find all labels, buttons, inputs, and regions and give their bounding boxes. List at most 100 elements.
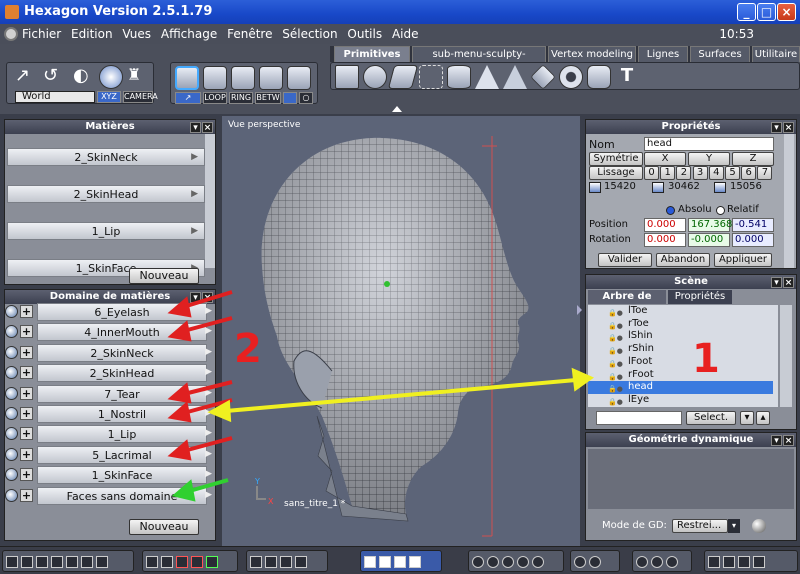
center-icon[interactable] — [280, 556, 292, 568]
light-sphere-icon[interactable] — [574, 556, 586, 568]
head-model[interactable] — [222, 116, 580, 546]
expand-arrow-icon[interactable]: ▶ — [205, 306, 212, 316]
material-sphere-icon[interactable] — [5, 488, 18, 502]
universal-tool-icon[interactable] — [409, 556, 421, 568]
expand-arrow-icon[interactable]: ▶ — [205, 428, 212, 438]
select-button[interactable]: Select. — [686, 411, 736, 425]
maximize-button[interactable]: □ — [757, 3, 776, 21]
tab-surfaces[interactable]: Surfaces — [690, 46, 750, 62]
add-icon[interactable]: + — [20, 447, 33, 461]
select-next-icon[interactable]: ▴ — [756, 411, 770, 425]
position-z-field[interactable]: -0.541 — [732, 218, 774, 232]
diamond-primitive-icon[interactable] — [530, 64, 556, 90]
expand-arrow-icon[interactable]: ▶ — [205, 449, 212, 459]
loop-button[interactable]: LOOP — [203, 92, 227, 104]
menu-fichier[interactable]: Fichier — [22, 24, 61, 41]
scene-menu-icon[interactable]: ▾ — [771, 277, 782, 288]
geometrie-menu-icon[interactable]: ▾ — [771, 435, 782, 446]
torus-primitive-icon[interactable] — [559, 65, 583, 89]
menu-fenetre[interactable]: Fenêtre — [227, 24, 272, 41]
expand-arrow-icon[interactable]: ▶ — [205, 408, 212, 418]
rotate-icon[interactable]: ↺ — [43, 65, 67, 89]
plane-primitive-icon[interactable] — [387, 65, 419, 89]
domaine-item[interactable]: + Faces sans domaine ▶ — [5, 486, 216, 505]
lissage-level-2-button[interactable]: 2 — [676, 166, 692, 180]
layout-split-icon[interactable] — [21, 556, 33, 568]
select-edge-icon[interactable] — [231, 66, 255, 90]
position-x-field[interactable]: 0.000 — [644, 218, 686, 232]
material-b-icon[interactable] — [651, 556, 663, 568]
render-flat-icon[interactable] — [146, 556, 158, 568]
scale-tool-icon[interactable] — [394, 556, 406, 568]
move-tool-icon[interactable] — [364, 556, 376, 568]
scene-tree-item[interactable]: 🔒● rShin — [588, 343, 773, 356]
tab-vertex-modeling[interactable]: Vertex modeling — [548, 46, 636, 62]
grid-primitive-icon[interactable] — [419, 65, 443, 89]
lissage-level-7-button[interactable]: 7 — [757, 166, 773, 180]
material-sphere-icon[interactable] — [5, 407, 18, 420]
lock-eye-icon[interactable]: 🔒● — [608, 320, 626, 330]
layout-three-icon[interactable] — [51, 556, 63, 568]
material-sphere-icon[interactable] — [5, 305, 18, 318]
domaine-item[interactable]: +4_InnerMouth ▶ — [5, 323, 216, 342]
abandon-button[interactable]: Abandon — [656, 253, 710, 267]
valider-button[interactable]: Valider — [598, 253, 652, 267]
add-icon[interactable]: + — [20, 407, 33, 420]
render-color-icon[interactable] — [176, 556, 188, 568]
tab-scene-proprietes[interactable]: Propriétés — [668, 290, 732, 304]
matieres-nouveau-button[interactable]: Nouveau — [129, 268, 199, 284]
domaine-item[interactable]: +1_Nostril ▶ — [5, 405, 216, 423]
select-vertex-icon[interactable] — [259, 66, 283, 90]
domaine-close-icon[interactable]: × — [202, 292, 213, 303]
nom-field[interactable]: head — [644, 137, 774, 151]
rotation-z-field[interactable]: 0.000 — [732, 233, 774, 247]
relatif-radio[interactable] — [716, 206, 725, 215]
rotation-y-field[interactable]: -0.000 — [688, 233, 730, 247]
scene-close-icon[interactable]: × — [783, 277, 794, 288]
polyhedron-primitive-icon[interactable] — [587, 65, 611, 89]
menu-outils[interactable]: Outils — [347, 24, 382, 41]
xyz-button[interactable]: XYZ — [97, 91, 121, 103]
domaine-item[interactable]: +6_Eyelash ▶ — [5, 303, 216, 321]
scene-tree-item[interactable]: 🔒● lToe — [588, 305, 773, 318]
mode-gd-select[interactable]: Restrei... — [672, 519, 728, 533]
add-icon[interactable]: + — [20, 427, 33, 441]
layout-three-b-icon[interactable] — [66, 556, 78, 568]
expand-arrow-icon[interactable]: ▶ — [205, 367, 212, 377]
add-icon[interactable]: + — [20, 366, 33, 380]
gd-sphere-icon[interactable] — [752, 519, 766, 533]
symetrie-z-button[interactable]: Z — [732, 152, 774, 166]
menu-edition[interactable]: Edition — [71, 24, 113, 41]
pivot-point[interactable] — [384, 281, 390, 287]
mode-gd-dropdown-icon[interactable]: ▾ — [728, 519, 740, 533]
lock-eye-icon[interactable]: 🔒● — [608, 307, 626, 317]
proprietes-menu-icon[interactable]: ▾ — [771, 122, 782, 133]
collapse-toolbar-icon[interactable] — [392, 106, 402, 112]
settings-icon[interactable] — [708, 556, 720, 568]
material-sphere-icon[interactable] — [5, 427, 18, 441]
select-auto-icon[interactable] — [287, 66, 311, 90]
matieres-scrollbar[interactable] — [205, 134, 215, 268]
smooth-sphere-icon[interactable] — [502, 556, 514, 568]
layout-grid-icon[interactable] — [96, 556, 108, 568]
scene-tree-item[interactable]: 🔒● lShin — [588, 330, 773, 343]
select-face-icon[interactable] — [203, 66, 227, 90]
cylinder-primitive-icon[interactable] — [447, 65, 471, 89]
layout-split-v-icon[interactable] — [36, 556, 48, 568]
wire-sphere-icon[interactable] — [472, 556, 484, 568]
minimize-button[interactable]: _ — [737, 3, 756, 21]
domaine-item[interactable]: +1_SkinFace ▶ — [5, 466, 216, 485]
perspective-viewport[interactable]: Vue perspective Y X sans_titre_1 * — [222, 116, 580, 546]
matiere-item[interactable]: 2_SkinNeck ▶ — [7, 148, 205, 166]
lissage-level-1-button[interactable]: 1 — [660, 166, 676, 180]
scene-filter-field[interactable] — [596, 411, 682, 425]
camera-button[interactable]: CAMERA — [123, 91, 158, 103]
select-prev-icon[interactable]: ▾ — [740, 411, 754, 425]
target-icon[interactable] — [265, 556, 277, 568]
material-a-icon[interactable] — [636, 556, 648, 568]
position-y-field[interactable]: 167.368 — [688, 218, 732, 232]
cube-view-icon[interactable] — [723, 556, 735, 568]
absolu-radio[interactable] — [666, 206, 675, 215]
lock-eye-icon[interactable]: 🔒● — [608, 396, 626, 406]
domaine-item[interactable]: +2_SkinNeck ▶ — [5, 343, 216, 362]
